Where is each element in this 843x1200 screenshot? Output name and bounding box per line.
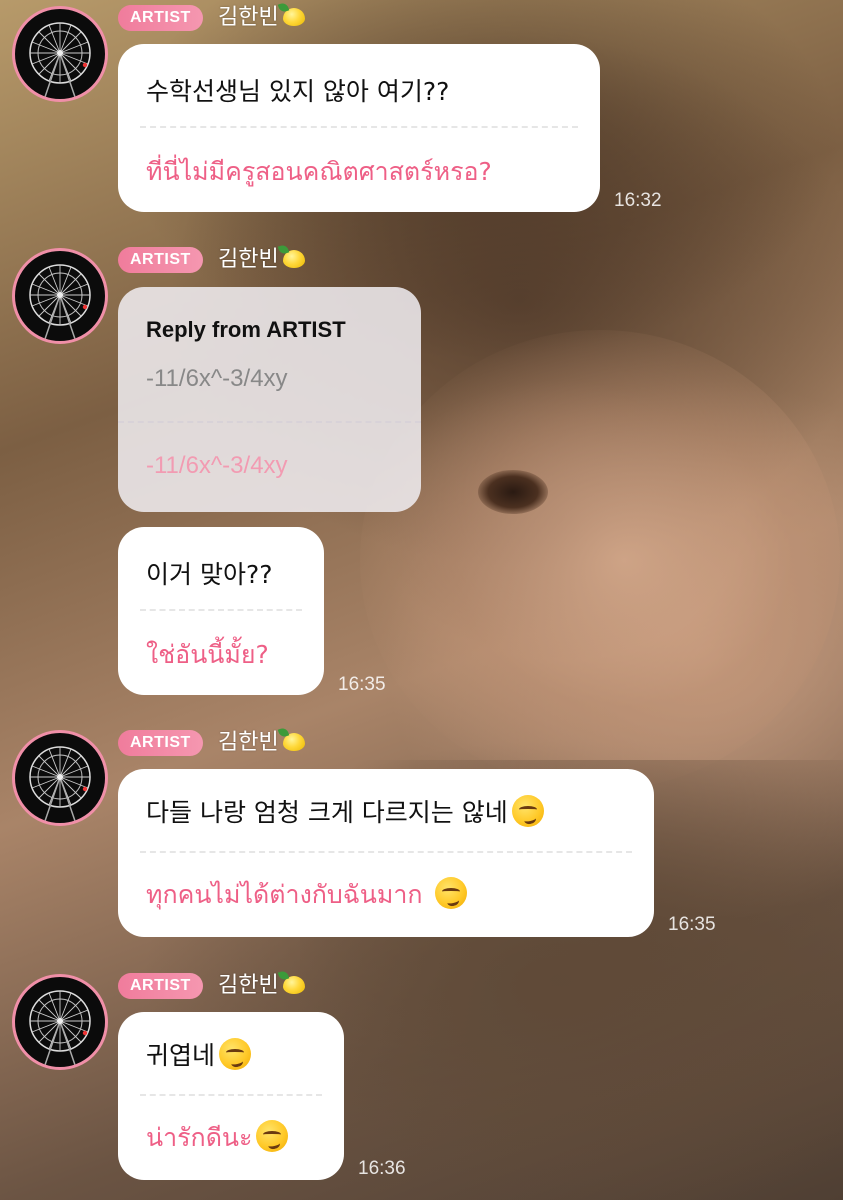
- artist-name[interactable]: 김한빈: [218, 245, 305, 275]
- artist-name-text: 김한빈: [218, 5, 279, 30]
- reply-translation-text: -11/6x^-3/4xy: [146, 452, 288, 479]
- background-photo-face: [360, 330, 840, 790]
- message-thai-text: ทุกคนไม่ได้ต่างกับฉันมาก: [146, 880, 423, 909]
- artist-name-text: 김한빈: [218, 730, 279, 755]
- ferris-wheel-icon: [29, 990, 91, 1066]
- message-korean: 귀엽네: [146, 1036, 252, 1072]
- reply-quote-bubble[interactable]: Reply from ARTIST -11/6x^-3/4xy -11/6x^-…: [118, 287, 421, 512]
- message-timestamp: 16:35: [668, 914, 716, 935]
- message-timestamp: 16:35: [338, 674, 386, 695]
- artist-avatar[interactable]: [12, 974, 108, 1070]
- ferris-wheel-icon: [29, 22, 91, 98]
- background-photo-eye: [478, 470, 548, 514]
- ferris-wheel-icon: [29, 264, 91, 340]
- ferris-wheel-icon: [29, 746, 91, 822]
- reply-title: Reply from ARTIST: [146, 317, 346, 342]
- message-korean: 다들 나랑 엄청 크게 다르지는 않네: [146, 793, 544, 829]
- bubble-divider: [140, 126, 578, 128]
- artist-tag: ARTIST: [118, 5, 203, 31]
- bubble-divider: [140, 851, 632, 853]
- bubble-divider: [140, 609, 302, 611]
- message-korean: 이거 맞아??: [146, 560, 273, 589]
- message-thai-translation: ทุกคนไม่ได้ต่างกับฉันมาก: [146, 875, 467, 915]
- message-timestamp: 16:32: [614, 190, 662, 211]
- smirk-emoji-icon: [434, 877, 467, 909]
- message-thai-translation: ใช่อันนี้มั้ย?: [146, 640, 269, 669]
- message-korean-text: 귀엽네: [146, 1041, 216, 1070]
- lemon-icon: [282, 8, 305, 26]
- message-bubble[interactable]: 이거 맞아?? ใช่อันนี้มั้ย?: [118, 527, 324, 695]
- message-thai-translation: น่ารักดีนะ: [146, 1118, 289, 1158]
- lemon-icon: [282, 733, 305, 751]
- message-bubble[interactable]: 다들 나랑 엄청 크게 다르지는 않네 ทุกคนไม่ได้ต่างกับฉั…: [118, 769, 654, 937]
- lemon-icon: [282, 250, 305, 268]
- message-thai-text: น่ารักดีนะ: [146, 1123, 253, 1152]
- message-korean: 수학선생님 있지 않아 여기??: [146, 77, 450, 106]
- artist-name[interactable]: 김한빈: [218, 728, 305, 758]
- artist-name[interactable]: 김한빈: [218, 971, 305, 1001]
- smirk-emoji-icon: [219, 1038, 252, 1070]
- artist-avatar[interactable]: [12, 248, 108, 344]
- message-thai-translation: ที่นี่ไม่มีครูสอนคณิตศาสตร์หรอ?: [146, 157, 492, 186]
- reply-original-text: -11/6x^-3/4xy: [146, 365, 288, 392]
- artist-tag: ARTIST: [118, 730, 203, 756]
- bubble-divider: [118, 421, 421, 423]
- message-bubble[interactable]: 수학선생님 있지 않아 여기?? ที่นี่ไม่มีครูสอนคณิตศา…: [118, 44, 600, 212]
- artist-name-text: 김한빈: [218, 973, 279, 998]
- bubble-divider: [140, 1094, 322, 1096]
- artist-name[interactable]: 김한빈: [218, 3, 305, 33]
- message-bubble[interactable]: 귀엽네 น่ารักดีนะ: [118, 1012, 344, 1180]
- artist-name-text: 김한빈: [218, 247, 279, 272]
- lemon-icon: [282, 976, 305, 994]
- artist-avatar[interactable]: [12, 730, 108, 826]
- smirk-emoji-icon: [256, 1120, 289, 1152]
- artist-avatar[interactable]: [12, 6, 108, 102]
- artist-tag: ARTIST: [118, 247, 203, 273]
- artist-tag: ARTIST: [118, 973, 203, 999]
- message-timestamp: 16:36: [358, 1158, 406, 1179]
- smirk-emoji-icon: [511, 795, 544, 827]
- message-korean-text: 다들 나랑 엄청 크게 다르지는 않네: [146, 798, 508, 827]
